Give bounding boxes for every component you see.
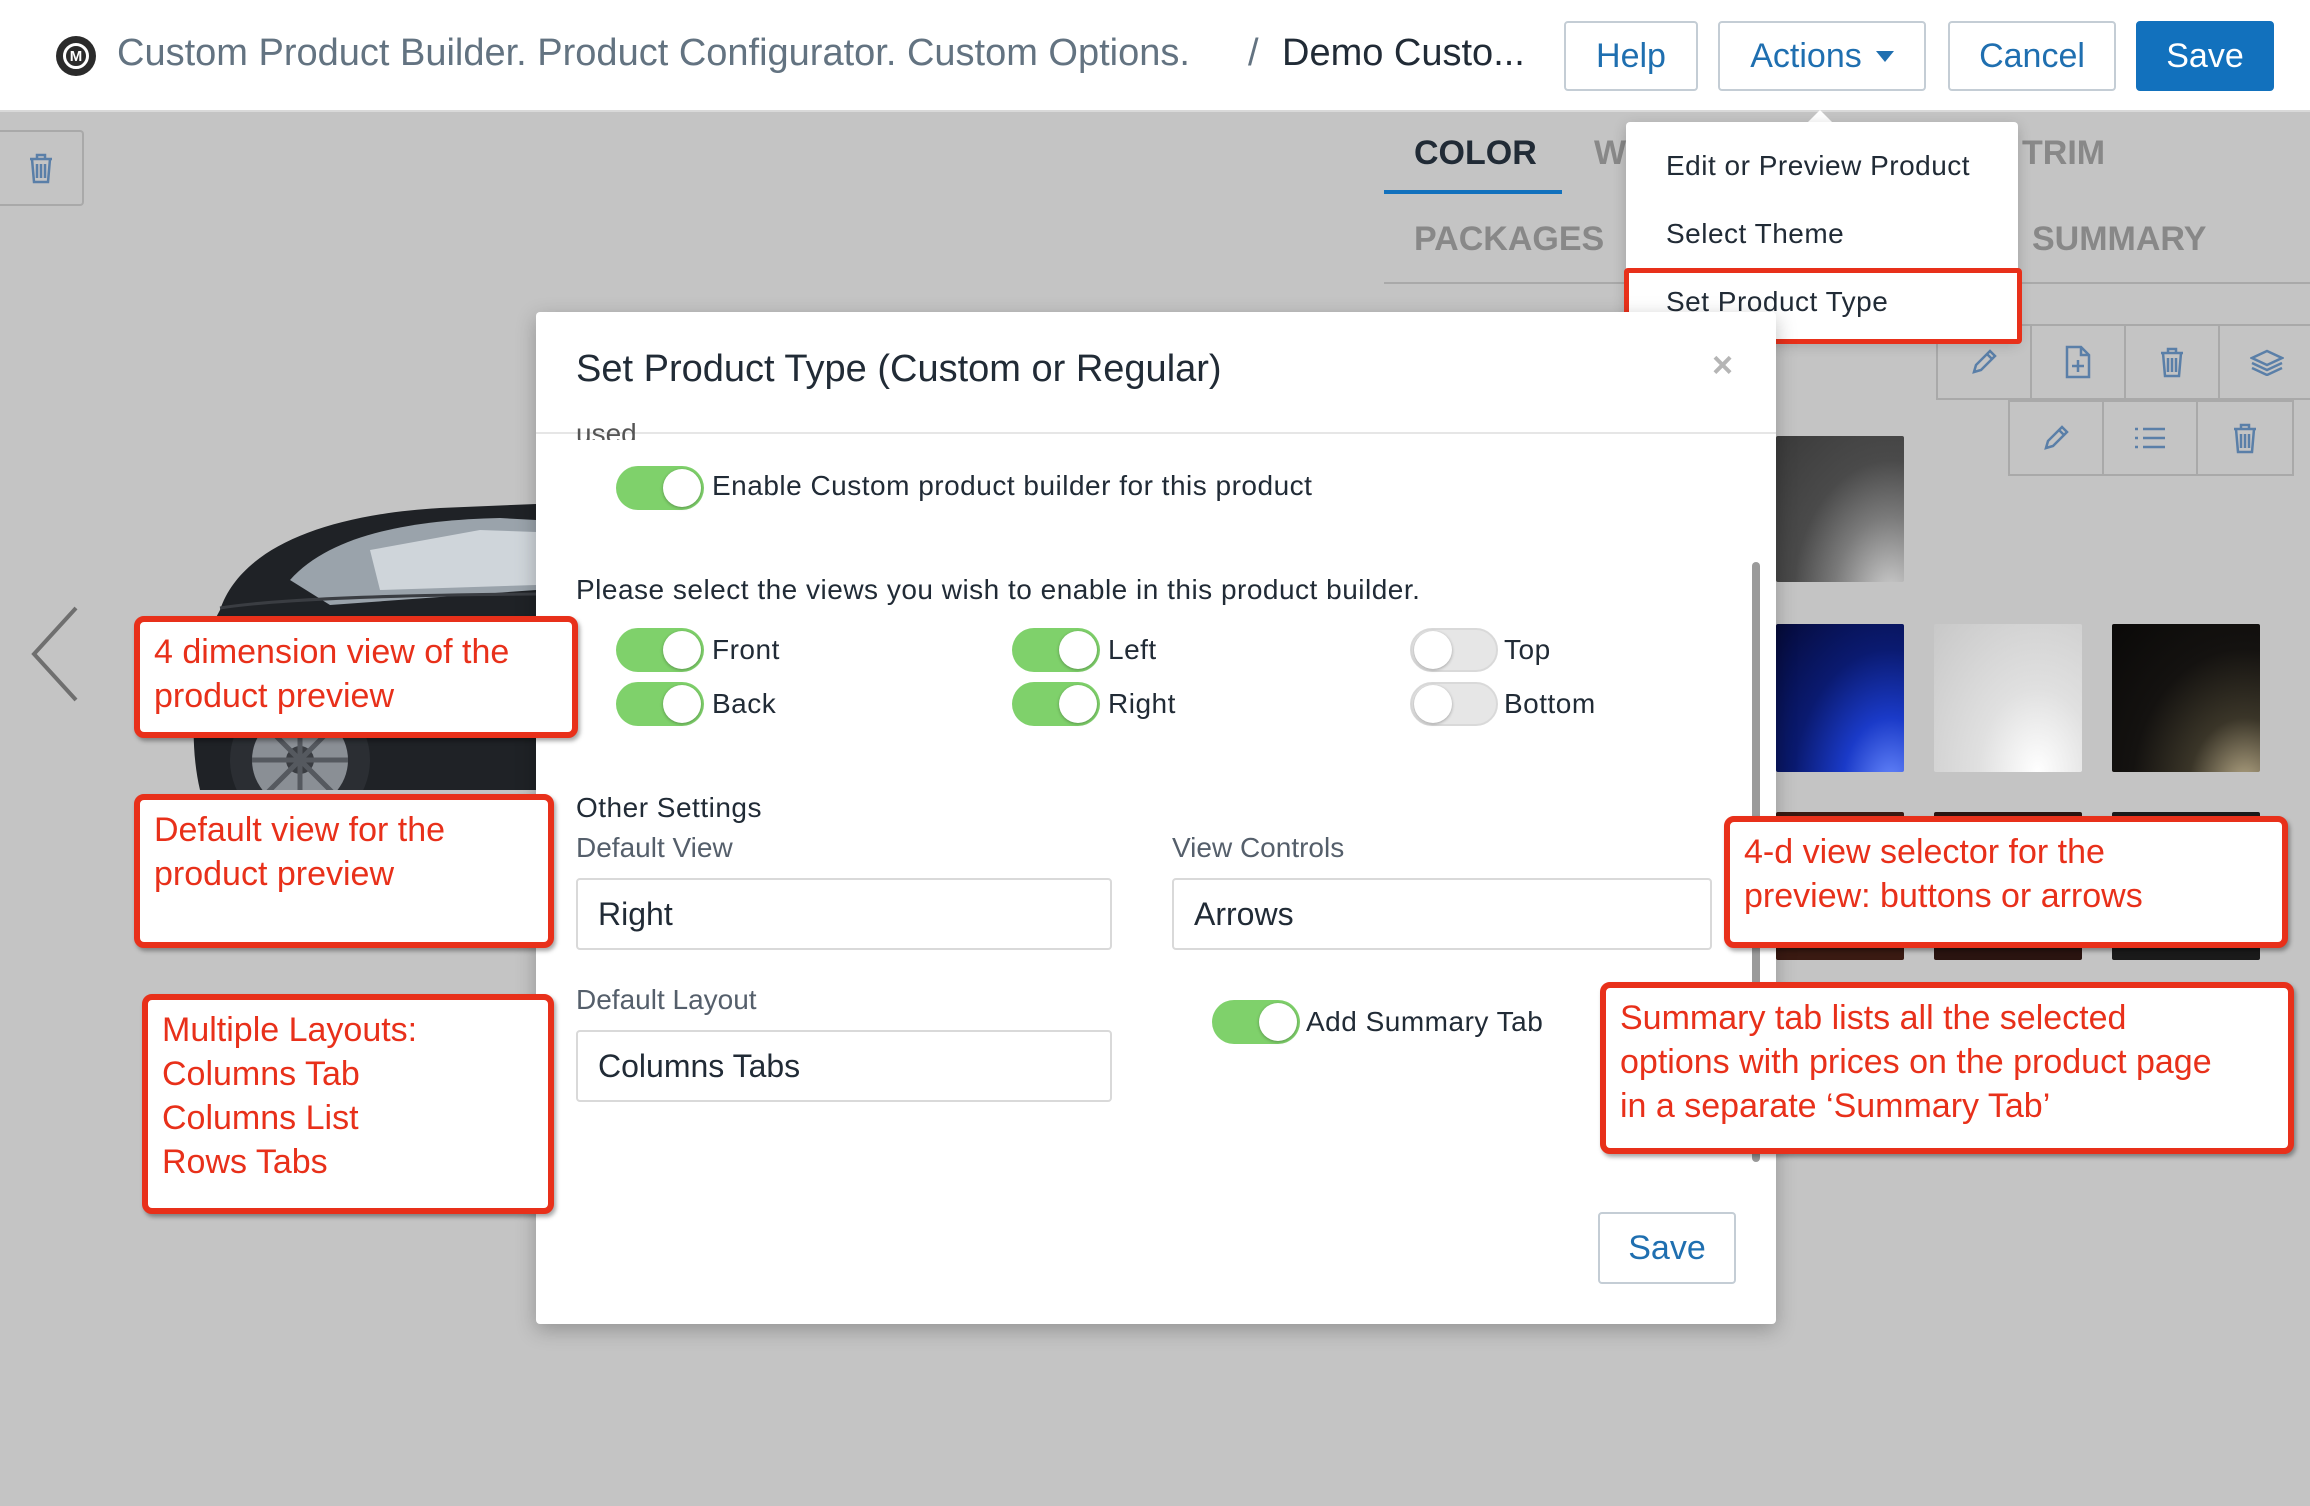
trash-icon xyxy=(2161,347,2183,378)
default-layout-select[interactable]: Columns Tabs xyxy=(576,1030,1112,1102)
enable-builder-toggle[interactable] xyxy=(616,466,704,510)
view-toggle-left[interactable] xyxy=(1012,628,1100,672)
annotation-text: Columns List xyxy=(162,1099,359,1137)
clipped-description-text: used. xyxy=(576,418,645,440)
view-label-back: Back xyxy=(712,688,777,719)
menu-item-select-theme[interactable]: Select Theme xyxy=(1666,218,1844,250)
color-swatch-blue[interactable] xyxy=(1776,624,1904,772)
view-label-front: Front xyxy=(712,634,780,665)
view-label-top: Top xyxy=(1504,634,1551,665)
actions-button-label: Actions xyxy=(1750,36,1862,75)
annotation-default-view: Default view for the product preview xyxy=(134,794,554,948)
breadcrumb-app-title[interactable]: Custom Product Builder. Product Configur… xyxy=(117,32,1190,75)
pencil-icon xyxy=(1972,349,1997,374)
default-layout-label: Default Layout xyxy=(576,984,757,1015)
annotation-summary-tab: Summary tab lists all the selected optio… xyxy=(1600,982,2294,1154)
caret-down-icon xyxy=(1875,50,1894,62)
previous-view-arrow-icon[interactable] xyxy=(30,606,80,702)
default-view-value: Right xyxy=(598,895,673,932)
modal-save-button[interactable]: Save xyxy=(1598,1212,1736,1284)
annotation-text: product preview xyxy=(154,677,395,715)
modal-title: Set Product Type (Custom or Regular) xyxy=(576,348,1222,390)
modal-save-label: Save xyxy=(1628,1228,1706,1267)
close-icon[interactable]: × xyxy=(1712,344,1733,386)
annotation-text: 4 dimension view of the xyxy=(154,633,510,671)
default-view-label: Default View xyxy=(576,832,733,863)
annotation-text: in a separate ‘Summary Tab’ xyxy=(1620,1087,2051,1125)
top-bar: M Custom Product Builder. Product Config… xyxy=(0,0,2310,112)
color-swatch-black[interactable] xyxy=(2112,624,2260,772)
tab-w[interactable]: W xyxy=(1594,134,1626,173)
trash-icon xyxy=(2234,423,2256,454)
view-controls-label: View Controls xyxy=(1172,832,1345,863)
summary-tab-toggle[interactable] xyxy=(1212,1000,1300,1044)
save-button[interactable]: Save xyxy=(2136,21,2274,91)
app-logo-icon: M xyxy=(56,36,96,76)
breadcrumb-current-page: Demo Custo... xyxy=(1282,32,1525,74)
actions-button[interactable]: Actions xyxy=(1718,21,1926,91)
annotation-layouts: Multiple Layouts: Columns Tab Columns Li… xyxy=(142,994,554,1214)
menu-item-edit-preview[interactable]: Edit or Preview Product xyxy=(1666,150,1970,182)
set-product-type-modal: Set Product Type (Custom or Regular) × u… xyxy=(536,312,1776,1324)
active-tab-indicator xyxy=(1384,190,1562,194)
help-button-label: Help xyxy=(1596,36,1666,75)
pencil-icon xyxy=(2044,425,2069,450)
view-controls-select[interactable]: Arrows xyxy=(1172,878,1712,950)
view-toggle-bottom[interactable] xyxy=(1410,682,1498,726)
view-toggle-front[interactable] xyxy=(616,628,704,672)
annotation-view-selector: 4-d view selector for the preview: butto… xyxy=(1724,816,2288,948)
tab-trim[interactable]: TRIM xyxy=(2022,134,2105,173)
layers-icon xyxy=(2250,349,2284,376)
layers-button[interactable] xyxy=(2220,326,2310,398)
save-button-label: Save xyxy=(2166,36,2244,75)
annotation-text: preview: buttons or arrows xyxy=(1744,877,2143,915)
enable-builder-label: Enable Custom product builder for this p… xyxy=(712,470,1313,501)
annotation-text: Multiple Layouts: xyxy=(162,1011,418,1049)
view-controls-value: Arrows xyxy=(1194,895,1294,932)
value-toolbar xyxy=(2008,400,2294,476)
view-toggle-top[interactable] xyxy=(1410,628,1498,672)
annotation-text: 4-d view selector for the xyxy=(1744,833,2105,871)
other-settings-heading: Other Settings xyxy=(576,792,762,823)
add-file-button[interactable] xyxy=(2032,326,2126,398)
annotation-text: options with prices on the product page xyxy=(1620,1043,2212,1081)
help-button[interactable]: Help xyxy=(1564,21,1698,91)
views-prompt: Please select the views you wish to enab… xyxy=(576,574,1421,605)
color-swatch-silver[interactable] xyxy=(1934,624,2082,772)
trash-icon xyxy=(30,153,52,184)
annotation-text: Rows Tabs xyxy=(162,1143,328,1181)
breadcrumb-separator: / xyxy=(1248,32,1259,74)
tab-color[interactable]: COLOR xyxy=(1414,134,1537,173)
view-label-bottom: Bottom xyxy=(1504,688,1596,719)
annotation-text: Summary tab lists all the selected xyxy=(1620,999,2127,1037)
view-label-left: Left xyxy=(1108,634,1157,665)
modal-header: Set Product Type (Custom or Regular) × xyxy=(536,312,1776,434)
annotation-views: 4 dimension view of the product preview xyxy=(134,616,578,738)
tab-packages[interactable]: PACKAGES xyxy=(1414,220,1604,259)
view-toggle-back[interactable] xyxy=(616,682,704,726)
summary-tab-label: Add Summary Tab xyxy=(1306,1006,1544,1037)
delete-option-button[interactable] xyxy=(2126,326,2220,398)
tab-summary[interactable]: SUMMARY xyxy=(2032,220,2206,259)
color-swatch-gray[interactable] xyxy=(1776,436,1904,582)
delete-value-button[interactable] xyxy=(2198,402,2292,474)
view-toggle-right[interactable] xyxy=(1012,682,1100,726)
cancel-button[interactable]: Cancel xyxy=(1948,21,2116,91)
edit-value-button[interactable] xyxy=(2010,402,2104,474)
cancel-button-label: Cancel xyxy=(1979,36,2085,75)
annotation-text: Default view for the xyxy=(154,811,446,849)
annotation-text: product preview xyxy=(154,855,395,893)
file-plus-icon xyxy=(2065,345,2091,379)
default-view-select[interactable]: Right xyxy=(576,878,1112,950)
list-icon xyxy=(2135,427,2165,449)
default-layout-value: Columns Tabs xyxy=(598,1047,801,1084)
delete-button[interactable] xyxy=(0,130,84,206)
list-button[interactable] xyxy=(2104,402,2198,474)
annotation-text: Columns Tab xyxy=(162,1055,360,1093)
view-label-right: Right xyxy=(1108,688,1176,719)
